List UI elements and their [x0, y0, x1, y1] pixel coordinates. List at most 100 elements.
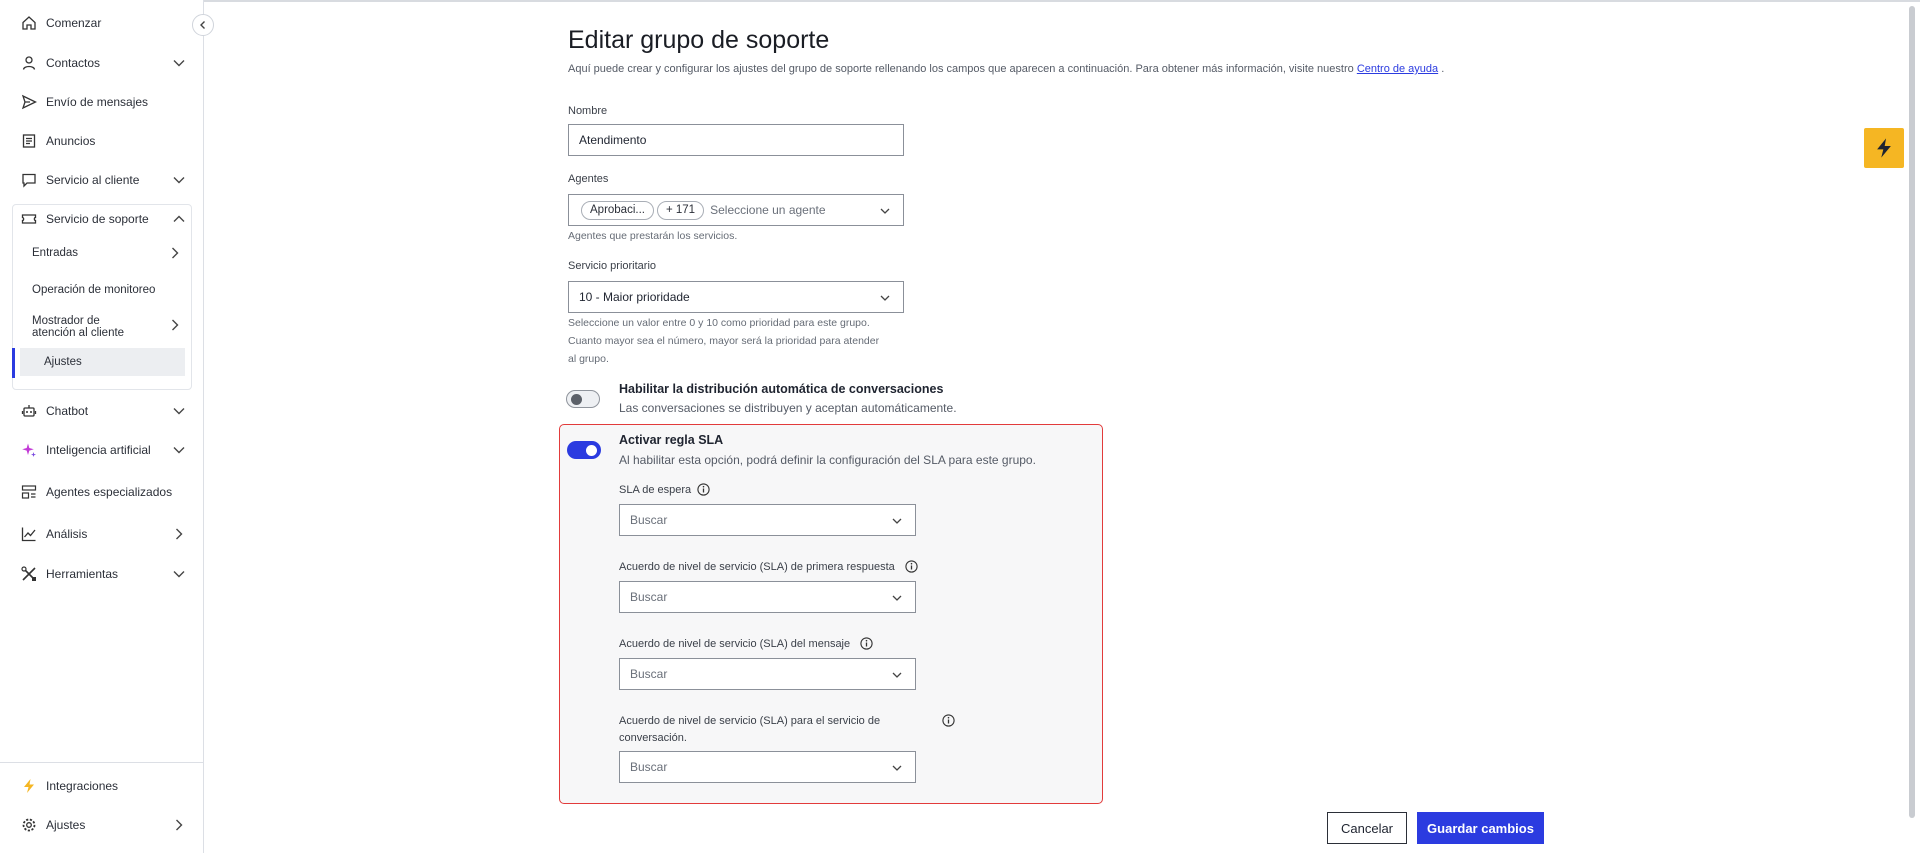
- sidebar-item-integraciones[interactable]: Integraciones: [0, 768, 204, 804]
- sidebar-item-ia[interactable]: Inteligencia artificial: [0, 432, 204, 468]
- sidebar-item-label: Ajustes: [46, 818, 86, 832]
- chevron-down-icon[interactable]: [172, 404, 186, 418]
- sidebar-item-anuncios[interactable]: Anuncios: [0, 123, 204, 159]
- name-input[interactable]: Atendimento: [568, 124, 904, 156]
- priority-select[interactable]: 10 - Maior prioridade: [568, 281, 904, 313]
- agents-label: Agentes: [568, 173, 609, 185]
- sidebar-subitem-monitoreo[interactable]: Operación de monitoreo: [32, 281, 182, 299]
- top-border: [204, 0, 1920, 2]
- sidebar-item-chatbot[interactable]: Chatbot: [0, 393, 204, 429]
- sidebar-subitem-ajustes[interactable]: Ajustes: [20, 348, 185, 376]
- sidebar-item-label: Servicio de soporte: [46, 212, 149, 226]
- chevron-down-icon: [892, 595, 902, 601]
- chevron-right-icon[interactable]: [172, 818, 186, 832]
- agents-placeholder: Seleccione un agente: [710, 203, 826, 217]
- sla-title: Activar regla SLA: [619, 433, 724, 447]
- quick-actions-button[interactable]: [1864, 128, 1904, 168]
- sla-wait-label: SLA de espera: [619, 484, 692, 496]
- sla-message-select[interactable]: Buscar: [619, 658, 916, 690]
- chevron-down-icon[interactable]: [172, 56, 186, 70]
- sidebar-collapse-button[interactable]: [192, 14, 214, 36]
- priority-label: Servicio prioritario: [568, 260, 657, 272]
- agent-more-chip[interactable]: + 171: [656, 200, 705, 220]
- sidebar-item-label: Integraciones: [46, 779, 119, 793]
- chevron-down-icon[interactable]: [172, 443, 186, 457]
- info-icon[interactable]: [860, 637, 873, 650]
- sla-first-response-label: Acuerdo de nivel de servicio (SLA) de pr…: [619, 561, 895, 573]
- sidebar-item-label: Agentes especializados: [46, 485, 173, 499]
- info-icon[interactable]: [942, 714, 955, 727]
- priority-hint: Seleccione un valor entre 0 y 10 como pr…: [568, 317, 880, 365]
- sidebar-item-analisis[interactable]: Análisis: [0, 516, 204, 552]
- chevron-down-icon: [892, 765, 902, 771]
- agents-hint: Agentes que prestarán los servicios.: [568, 230, 738, 242]
- sparkle-icon: [20, 441, 38, 459]
- gear-icon: [20, 816, 38, 834]
- chart-icon: [20, 525, 38, 543]
- sidebar: Comenzar Contactos Envío de mensajes Anu…: [0, 0, 214, 853]
- sidebar-item-label: Contactos: [46, 56, 101, 70]
- sla-conversation-select[interactable]: Buscar: [619, 751, 916, 783]
- bot-icon: [20, 402, 38, 420]
- cancel-button[interactable]: Cancelar: [1327, 812, 1407, 844]
- sidebar-item-ajustes[interactable]: Ajustes: [0, 807, 204, 843]
- sidebar-item-label: Inteligencia artificial: [46, 443, 151, 457]
- sidebar-divider: [0, 762, 204, 763]
- sidebar-subitem-mostrador[interactable]: Mostrador de atención al cliente: [32, 313, 142, 341]
- home-icon: [20, 14, 38, 32]
- page-description: Aquí puede crear y configurar los ajuste…: [568, 63, 1445, 75]
- bolt-icon: [1877, 138, 1891, 158]
- toggle-knob: [586, 444, 597, 456]
- sla-wait-select[interactable]: Buscar: [619, 504, 916, 536]
- save-changes-button[interactable]: Guardar cambios: [1417, 812, 1544, 844]
- name-label: Nombre: [568, 105, 608, 117]
- scrollbar[interactable]: [1909, 6, 1915, 818]
- auto-distribution-desc: Las conversaciones se distribuyen y acep…: [619, 401, 957, 415]
- page-title: Editar grupo de soporte: [568, 26, 830, 54]
- tools-icon: [20, 565, 38, 583]
- chevron-right-icon[interactable]: [172, 527, 186, 541]
- chevron-right-icon: [172, 247, 179, 259]
- chevron-down-icon: [880, 208, 890, 214]
- sla-toggle[interactable]: [567, 441, 601, 459]
- chat-icon: [20, 171, 38, 189]
- info-icon[interactable]: [697, 483, 710, 496]
- sidebar-item-contactos[interactable]: Contactos: [0, 45, 204, 81]
- sidebar-item-label: Envío de mensajes: [46, 95, 149, 109]
- sidebar-item-envio-mensajes[interactable]: Envío de mensajes: [0, 84, 204, 120]
- sidebar-item-herramientas[interactable]: Herramientas: [0, 556, 204, 592]
- bolt-icon: [20, 777, 38, 795]
- agents-icon: [20, 483, 38, 501]
- agent-chip[interactable]: Aprobaci...: [581, 200, 654, 220]
- chevron-down-icon[interactable]: [172, 567, 186, 581]
- help-center-link[interactable]: Centro de ayuda: [1357, 63, 1438, 75]
- sla-message-label: Acuerdo de nivel de servicio (SLA) del m…: [619, 638, 851, 650]
- sla-first-response-select[interactable]: Buscar: [619, 581, 916, 613]
- active-indicator: [12, 348, 15, 378]
- chevron-left-icon: [200, 21, 205, 29]
- ticket-icon: [20, 210, 38, 228]
- send-icon: [20, 93, 38, 111]
- toggle-knob: [571, 394, 582, 405]
- sidebar-item-servicio-soporte[interactable]: Servicio de soporte: [0, 201, 204, 237]
- document-icon: [20, 132, 38, 150]
- sla-conversation-label: Acuerdo de nivel de servicio (SLA) para …: [619, 715, 881, 744]
- chevron-down-icon[interactable]: [172, 173, 186, 187]
- sidebar-item-label: Anuncios: [46, 134, 96, 148]
- sidebar-item-servicio-cliente[interactable]: Servicio al cliente: [0, 162, 204, 198]
- chevron-down-icon: [892, 518, 902, 524]
- chevron-down-icon: [892, 672, 902, 678]
- chevron-right-icon[interactable]: [168, 318, 182, 332]
- sidebar-item-label: Análisis: [46, 527, 88, 541]
- sidebar-item-label: Comenzar: [46, 16, 102, 30]
- auto-distribution-title: Habilitar la distribución automática de …: [619, 382, 944, 396]
- info-icon[interactable]: [905, 560, 918, 573]
- sidebar-item-label: Herramientas: [46, 567, 119, 581]
- sidebar-item-agentes-especializados[interactable]: Agentes especializados: [0, 474, 204, 510]
- sidebar-item-comenzar[interactable]: Comenzar: [0, 5, 204, 41]
- chevron-up-icon[interactable]: [172, 212, 186, 226]
- sidebar-subitem-entradas[interactable]: Entradas: [32, 244, 182, 262]
- person-icon: [20, 54, 38, 72]
- auto-distribution-toggle[interactable]: [566, 390, 600, 408]
- agents-select[interactable]: Aprobaci... + 171 Seleccione un agente: [568, 194, 904, 226]
